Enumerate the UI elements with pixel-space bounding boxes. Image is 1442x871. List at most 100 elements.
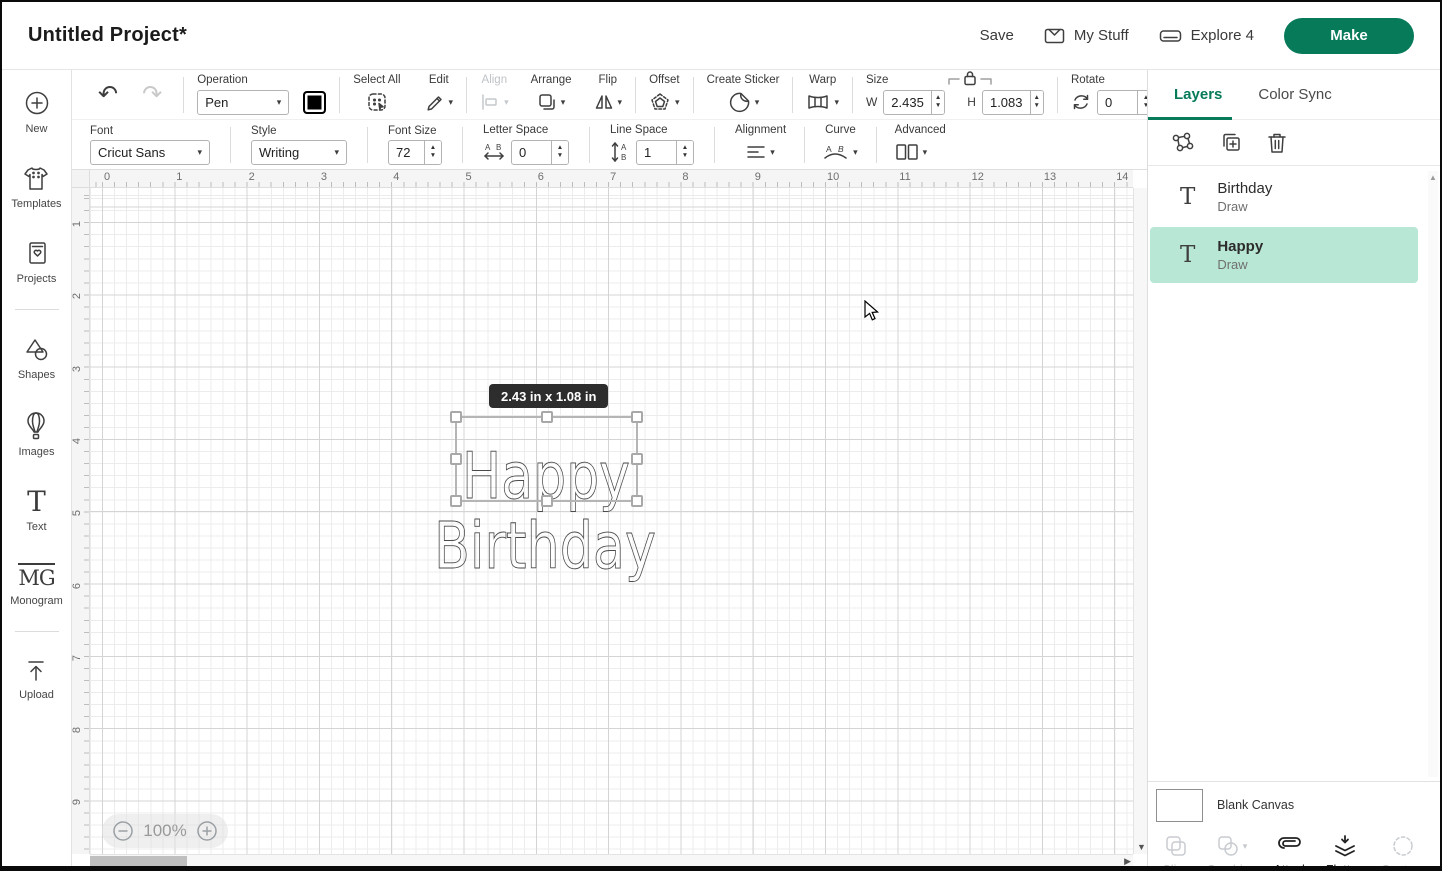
tab-color-sync[interactable]: Color Sync (1258, 86, 1331, 103)
ruler-number: 4 (393, 171, 399, 183)
ruler-number: 13 (1044, 171, 1056, 183)
layer-row-happy[interactable]: T Happy Draw (1150, 227, 1418, 283)
app-window: Untitled Project* Save My Stuff Explore … (0, 0, 1442, 871)
line-space-icon: AB (610, 141, 630, 163)
letter-space-stepper[interactable]: 0 ▲▼ (511, 140, 569, 165)
sidebar-item-shapes[interactable]: Shapes (18, 336, 55, 381)
advanced-button[interactable]: ▾ (895, 139, 928, 165)
warp-group: Warp ▾ (806, 74, 839, 115)
ruler-number: 7 (610, 171, 616, 183)
balloon-icon (23, 411, 49, 441)
size-tooltip: 2.43 in x 1.08 in (489, 384, 608, 408)
ruler-number: 7 (71, 655, 83, 661)
panel-scrollbar[interactable]: ▲ (1428, 171, 1438, 777)
trash-icon[interactable] (1266, 131, 1288, 155)
selection-box[interactable] (455, 416, 638, 502)
attach-button[interactable]: Attach (1273, 834, 1308, 871)
text-toolbar: Font Cricut Sans▾ Style Writing▾ Font Si… (72, 120, 1147, 170)
alignment-button[interactable]: ▾ (746, 139, 775, 165)
undo-button[interactable]: ↶ (98, 83, 118, 107)
edit-button[interactable]: ▾ (425, 89, 454, 115)
rotate-icon[interactable] (1071, 92, 1091, 112)
arrange-button[interactable]: ▾ (537, 89, 566, 115)
canvas-preview-row: Blank Canvas (1148, 781, 1440, 828)
sidebar-divider (15, 631, 59, 632)
create-sticker-group: Create Sticker ▾ (707, 74, 780, 115)
ruler-number: 12 (972, 171, 984, 183)
svg-text:B: B (496, 143, 501, 152)
selection-handle-e[interactable] (631, 453, 643, 465)
select-all-button[interactable] (366, 89, 388, 115)
selection-handle-ne[interactable] (631, 411, 643, 423)
sidebar-item-monogram[interactable]: MG Monogram (10, 563, 63, 607)
selection-handle-se[interactable] (631, 495, 643, 507)
sidebar-item-text[interactable]: T Text (26, 488, 46, 533)
vertical-scrollbar[interactable]: ▼ (1133, 188, 1147, 854)
canvas-area: 01234567891011121314 123456789 Happy Bir… (72, 170, 1147, 868)
machine-select-button[interactable]: Explore 4 (1159, 27, 1254, 44)
panel-scroll-up-icon[interactable]: ▲ (1429, 173, 1437, 182)
warp-button[interactable]: ▾ (806, 89, 839, 115)
scroll-right-arrow-icon[interactable]: ▶ (1124, 856, 1131, 867)
style-group: Style Writing▾ (251, 125, 347, 165)
ruler-number: 4 (71, 438, 83, 444)
operation-color-swatch[interactable] (303, 91, 326, 114)
flatten-button[interactable]: Flatten (1326, 834, 1364, 871)
selection-handle-w[interactable] (450, 453, 462, 465)
font-size-stepper[interactable]: 72 ▲▼ (388, 140, 442, 165)
height-stepper[interactable]: 1.083 ▲▼ (982, 90, 1044, 115)
duplicate-icon[interactable] (1219, 131, 1243, 155)
edit-group: Edit ▾ (425, 74, 454, 115)
my-stuff-button[interactable]: My Stuff (1044, 27, 1129, 45)
letter-space-icon: AB (483, 142, 505, 162)
alignment-icon (746, 144, 766, 160)
font-select[interactable]: Cricut Sans▾ (90, 140, 210, 165)
zoom-control: 100% (102, 814, 228, 848)
make-button[interactable]: Make (1284, 18, 1414, 54)
ruler-number: 11 (899, 171, 910, 183)
panel-tabs: Layers Color Sync (1148, 70, 1440, 120)
canvas-artwork: Happy Birthday (90, 188, 1119, 854)
selection-handle-s[interactable] (541, 495, 553, 507)
cutting-machine-icon (1159, 28, 1182, 44)
layer-row-birthday[interactable]: T Birthday Draw (1150, 169, 1418, 225)
tab-layers[interactable]: Layers (1174, 86, 1222, 103)
layer-tools (1148, 120, 1440, 166)
scroll-down-arrow-icon[interactable]: ▼ (1137, 842, 1146, 852)
rotate-group: Rotate 0 ▲▼ (1071, 74, 1155, 115)
sidebar-item-new[interactable]: New (22, 88, 52, 135)
lock-icon[interactable] (947, 70, 993, 86)
blank-canvas-thumbnail[interactable] (1156, 789, 1203, 822)
sidebar-item-templates[interactable]: Templates (11, 165, 61, 210)
selection-handle-nw[interactable] (450, 411, 462, 423)
sidebar-item-projects[interactable]: Projects (17, 240, 57, 285)
flip-button[interactable]: ▾ (594, 89, 623, 115)
curve-button[interactable]: AB ▾ (823, 139, 858, 165)
sidebar-item-upload[interactable]: Upload (19, 658, 54, 701)
zoom-in-icon[interactable] (196, 820, 218, 842)
create-sticker-button[interactable]: ▾ (727, 89, 760, 115)
save-button[interactable]: Save (980, 27, 1014, 44)
redo-button[interactable]: ↷ (142, 83, 162, 107)
width-stepper[interactable]: 2.435 ▲▼ (883, 90, 945, 115)
style-select[interactable]: Writing▾ (251, 140, 347, 165)
layer-actions-bar: Slice ▾ Combine Attach Flatten Contour (1148, 828, 1440, 871)
offset-button[interactable]: ▾ (649, 89, 680, 115)
zoom-out-icon[interactable] (112, 820, 134, 842)
line-space-stepper[interactable]: 1 ▲▼ (636, 140, 694, 165)
selection-handle-n[interactable] (541, 411, 553, 423)
horizontal-scrollbar[interactable]: ▶ (90, 854, 1133, 868)
advanced-group: Advanced ▾ (895, 124, 946, 165)
ungroup-icon[interactable] (1170, 131, 1196, 155)
project-title[interactable]: Untitled Project* (28, 24, 187, 47)
canvas-text-birthday[interactable]: Birthday (434, 510, 656, 584)
layer-list: T Birthday Draw T Happy Draw ▲ (1148, 167, 1440, 781)
canvas-grid[interactable]: Happy Birthday 2.43 in x 1.08 in 100% (90, 188, 1133, 854)
selection-handle-sw[interactable] (450, 495, 462, 507)
letter-space-group: Letter Space AB 0 ▲▼ (483, 124, 569, 165)
sidebar-item-images[interactable]: Images (18, 411, 54, 458)
left-sidebar: New Templates Projects Shapes Images T T… (2, 70, 72, 866)
ruler-number: 5 (466, 171, 472, 183)
operation-select[interactable]: Pen▾ (197, 90, 289, 115)
horizontal-scroll-thumb[interactable] (90, 856, 187, 868)
